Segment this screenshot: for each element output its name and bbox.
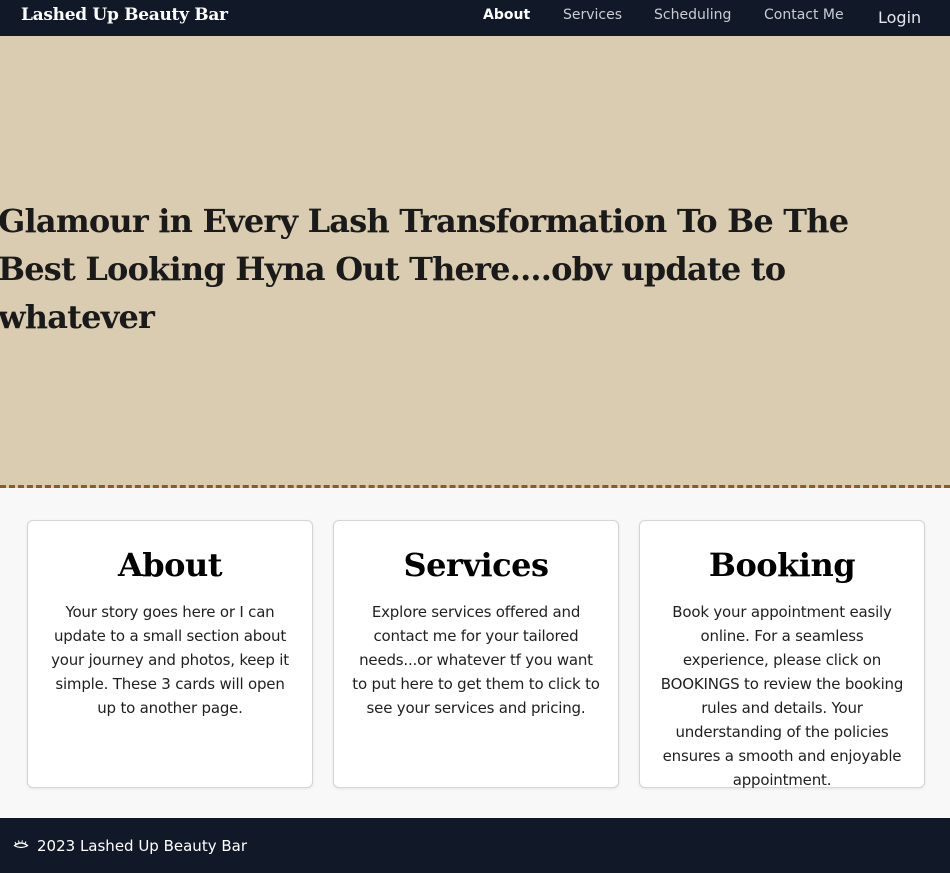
- card-booking-body: Book your appointment easily online. For…: [660, 603, 904, 789]
- eyelash-icon: [12, 836, 30, 854]
- nav-link-scheduling[interactable]: Scheduling: [654, 7, 731, 23]
- brand-logo-text[interactable]: Lashed Up Beauty Bar: [21, 5, 228, 25]
- top-navbar: Lashed Up Beauty Bar About Services Sche…: [0, 0, 950, 36]
- nav-link-services[interactable]: Services: [563, 7, 622, 23]
- login-link[interactable]: Login: [878, 8, 921, 27]
- card-about-title: About: [117, 546, 223, 584]
- card-booking-title: Booking: [708, 546, 856, 584]
- card-about-body: Your story goes here or I can update to …: [51, 603, 289, 717]
- card-booking[interactable]: Booking Book your appointment easily onl…: [639, 520, 925, 789]
- card-services[interactable]: Services Explore services offered and co…: [333, 520, 619, 788]
- page-footer: 2023 Lashed Up Beauty Bar: [0, 818, 950, 873]
- footer-copyright: 2023 Lashed Up Beauty Bar: [37, 837, 247, 855]
- hero-headline: Glamour in Every Lash Transformation To …: [0, 202, 849, 336]
- card-services-title: Services: [403, 546, 549, 584]
- card-about[interactable]: About Your story goes here or I can upda…: [27, 520, 313, 788]
- card-services-body: Explore services offered and contact me …: [352, 603, 600, 717]
- nav-link-about[interactable]: About: [483, 7, 530, 23]
- hero-banner: Glamour in Every Lash Transformation To …: [0, 36, 950, 488]
- nav-link-contact[interactable]: Contact Me: [764, 7, 844, 23]
